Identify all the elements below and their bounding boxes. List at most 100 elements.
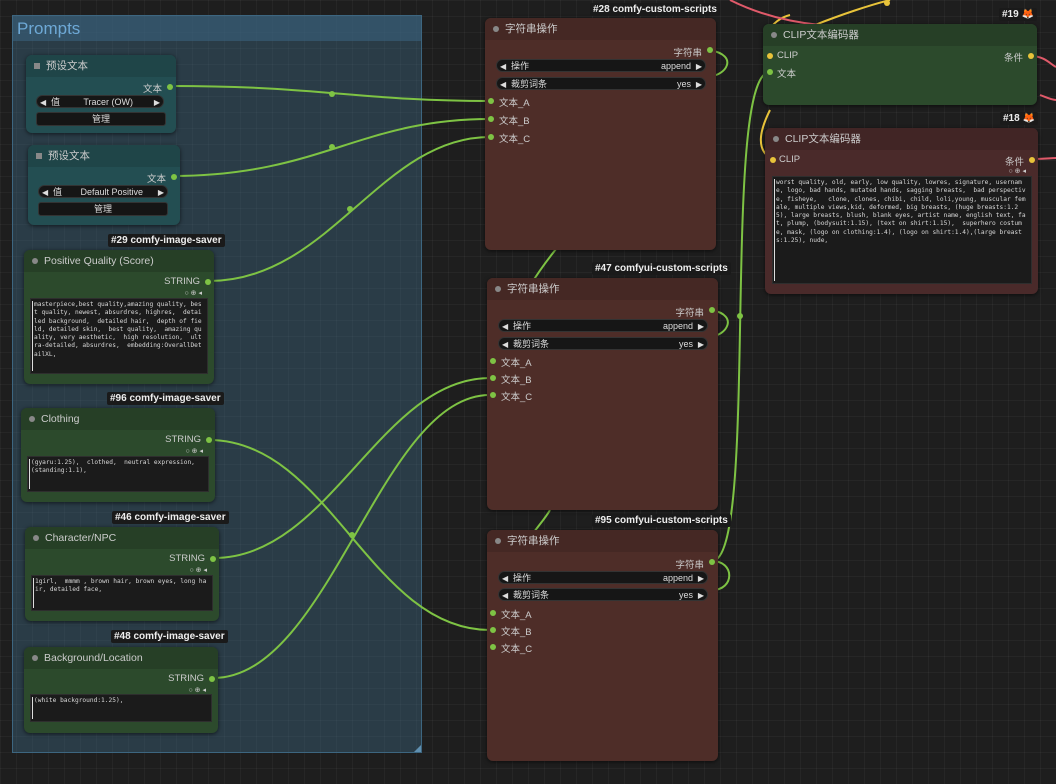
output-port[interactable]	[709, 559, 715, 565]
collapse-icon[interactable]	[771, 32, 777, 38]
input-port-text[interactable]	[767, 69, 773, 75]
input-port-b[interactable]	[490, 627, 496, 633]
output-port[interactable]	[210, 556, 216, 562]
text-widget-controls-icon[interactable]: ○ ⊕ ◂	[190, 566, 208, 574]
node-header[interactable]: Character/NPC	[25, 527, 219, 549]
arrow-left-icon[interactable]: ◀	[40, 96, 46, 109]
reroute-dot[interactable]	[737, 313, 743, 319]
output-port[interactable]	[709, 307, 715, 313]
strip-combo[interactable]: ◀ 裁剪词条 yes ▶	[498, 337, 708, 350]
reroute-dot-clip[interactable]	[884, 0, 890, 6]
text-widget-controls-icon[interactable]: ○ ⊕ ◂	[185, 289, 203, 297]
value-combo[interactable]: ◀ 值 Tracer (OW) ▶	[36, 95, 164, 108]
node-header[interactable]: 字符串操作	[487, 530, 718, 552]
arrow-left-icon[interactable]: ◀	[42, 186, 48, 199]
input-port-clip[interactable]	[767, 53, 773, 59]
collapse-icon[interactable]	[495, 538, 501, 544]
output-port[interactable]	[171, 174, 177, 180]
output-port[interactable]	[1029, 157, 1035, 163]
arrow-left-icon[interactable]: ◀	[502, 320, 508, 333]
strip-combo[interactable]: ◀ 裁剪词条 yes ▶	[496, 77, 706, 90]
input-label-a: 文本_A	[499, 98, 530, 109]
node-clothing[interactable]: Clothing STRING ○ ⊕ ◂ (gyaru:1.25), clot…	[21, 408, 215, 502]
collapse-icon[interactable]	[32, 655, 38, 661]
prompt-textarea[interactable]: masterpiece,best quality,amazing quality…	[30, 298, 208, 374]
strip-combo[interactable]: ◀ 裁剪词条 yes ▶	[498, 588, 708, 601]
node-string-op-47[interactable]: 字符串操作 字符串 ◀ 操作 append ▶ ◀ 裁剪词条 yes ▶ 文本_…	[487, 278, 718, 510]
node-header[interactable]: CLIP文本编码器	[765, 128, 1038, 150]
arrow-right-icon[interactable]: ▶	[698, 589, 704, 602]
arrow-left-icon[interactable]: ◀	[502, 572, 508, 585]
text-widget-controls-icon[interactable]: ○ ⊕ ◂	[189, 686, 207, 694]
node-header[interactable]: Clothing	[21, 408, 215, 430]
group-resize-handle[interactable]	[414, 745, 421, 752]
node-title: 字符串操作	[505, 23, 558, 35]
collapse-icon[interactable]	[32, 258, 38, 264]
prompt-textarea[interactable]: (white background:1.25),	[30, 694, 212, 722]
operation-combo[interactable]: ◀ 操作 append ▶	[496, 59, 706, 72]
node-badge: #96 comfy-image-saver	[107, 392, 224, 405]
node-clip-text-encode-19[interactable]: CLIP文本编码器 CLIP 文本 条件	[763, 24, 1037, 105]
input-port-c[interactable]	[490, 644, 496, 650]
node-background-location[interactable]: Background/Location STRING ○ ⊕ ◂ (white …	[24, 647, 218, 733]
input-port-clip[interactable]	[770, 157, 776, 163]
collapse-icon[interactable]	[493, 26, 499, 32]
node-header[interactable]: 字符串操作	[485, 18, 716, 40]
negative-prompt-textarea[interactable]: worst quality, old, early, low quality, …	[772, 176, 1032, 284]
output-port[interactable]	[707, 47, 713, 53]
collapse-icon[interactable]	[33, 535, 39, 541]
arrow-right-icon[interactable]: ▶	[698, 572, 704, 585]
arrow-right-icon[interactable]: ▶	[158, 186, 164, 199]
operation-combo[interactable]: ◀ 操作 append ▶	[498, 319, 708, 332]
prompt-textarea[interactable]: 1girl, mmmm , brown hair, brown eyes, lo…	[31, 575, 213, 611]
value-combo[interactable]: ◀ 值 Default Positive ▶	[38, 185, 168, 198]
arrow-right-icon[interactable]: ▶	[696, 78, 702, 91]
node-header[interactable]: 预设文本	[28, 145, 180, 167]
collapse-icon[interactable]	[29, 416, 35, 422]
collapse-icon[interactable]	[36, 153, 42, 159]
manage-button[interactable]: 管理	[36, 112, 166, 126]
text-widget-controls-icon[interactable]: ○ ⊕ ◂	[186, 447, 204, 455]
arrow-left-icon[interactable]: ◀	[500, 78, 506, 91]
arrow-right-icon[interactable]: ▶	[696, 60, 702, 73]
arrow-right-icon[interactable]: ▶	[698, 320, 704, 333]
output-port[interactable]	[209, 676, 215, 682]
node-header[interactable]: Positive Quality (Score)	[24, 250, 214, 272]
text-widget-controls-icon[interactable]: ○ ⊕ ◂	[1009, 167, 1027, 175]
node-clip-text-encode-18[interactable]: CLIP文本编码器 CLIP 条件 ○ ⊕ ◂ worst quality, o…	[765, 128, 1038, 294]
node-character-npc[interactable]: Character/NPC STRING ○ ⊕ ◂ 1girl, mmmm ,…	[25, 527, 219, 621]
arrow-left-icon[interactable]: ◀	[500, 60, 506, 73]
node-preset-text-2[interactable]: 预设文本 文本 ◀ 值 Default Positive ▶ 管理	[28, 145, 180, 225]
output-port[interactable]	[167, 84, 173, 90]
node-header[interactable]: 字符串操作	[487, 278, 718, 300]
input-port-c[interactable]	[488, 134, 494, 140]
arrow-left-icon[interactable]: ◀	[502, 338, 508, 351]
output-port[interactable]	[1028, 53, 1034, 59]
arrow-right-icon[interactable]: ▶	[154, 96, 160, 109]
node-header[interactable]: CLIP文本编码器	[763, 24, 1037, 46]
arrow-left-icon[interactable]: ◀	[502, 589, 508, 602]
prompt-textarea[interactable]: (gyaru:1.25), clothed, neutral expressio…	[27, 456, 209, 492]
node-header[interactable]: 预设文本	[26, 55, 176, 77]
input-port-a[interactable]	[490, 610, 496, 616]
input-port-a[interactable]	[490, 358, 496, 364]
node-positive-quality[interactable]: Positive Quality (Score) STRING ○ ⊕ ◂ ma…	[24, 250, 214, 384]
node-preset-text-1[interactable]: 预设文本 文本 ◀ 值 Tracer (OW) ▶ 管理	[26, 55, 176, 133]
input-port-b[interactable]	[488, 116, 494, 122]
operation-combo[interactable]: ◀ 操作 append ▶	[498, 571, 708, 584]
input-port-a[interactable]	[488, 98, 494, 104]
collapse-icon[interactable]	[773, 136, 779, 142]
node-header[interactable]: Background/Location	[24, 647, 218, 669]
output-port[interactable]	[206, 437, 212, 443]
input-port-c[interactable]	[490, 392, 496, 398]
node-string-op-95[interactable]: 字符串操作 字符串 ◀ 操作 append ▶ ◀ 裁剪词条 yes ▶ 文本_…	[487, 530, 718, 761]
output-label: STRING	[164, 276, 200, 287]
output-port[interactable]	[205, 279, 211, 285]
collapse-icon[interactable]	[495, 286, 501, 292]
node-string-op-28[interactable]: 字符串操作 字符串 ◀ 操作 append ▶ ◀ 裁剪词条 yes ▶ 文本_…	[485, 18, 716, 250]
arrow-right-icon[interactable]: ▶	[698, 338, 704, 351]
manage-button[interactable]: 管理	[38, 202, 168, 216]
input-port-b[interactable]	[490, 375, 496, 381]
collapse-icon[interactable]	[34, 63, 40, 69]
input-label-a: 文本_A	[501, 610, 532, 621]
